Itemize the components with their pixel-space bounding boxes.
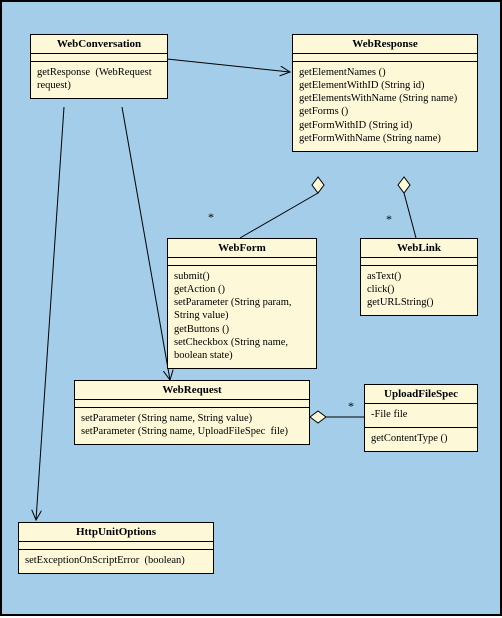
class-attr-section bbox=[168, 258, 316, 266]
class-title: UploadFileSpec bbox=[365, 385, 477, 404]
class-attr-section bbox=[293, 54, 477, 62]
attr: -File file bbox=[371, 408, 471, 421]
edge-conv-to-request bbox=[122, 107, 170, 380]
op: getButtons () bbox=[174, 323, 310, 336]
class-op-section: getElementNames () getElementWithID (Str… bbox=[293, 62, 477, 151]
class-title: WebRequest bbox=[75, 381, 309, 400]
class-upload-file-spec: UploadFileSpec -File file getContentType… bbox=[364, 384, 478, 452]
op: click() bbox=[367, 283, 471, 296]
class-web-response: WebResponse getElementNames () getElemen… bbox=[292, 34, 478, 152]
edge-conv-to-options bbox=[36, 107, 64, 520]
op: setCheckbox (String name, boolean state) bbox=[174, 336, 310, 362]
op: getAction () bbox=[174, 283, 310, 296]
op: getFormWithName (String name) bbox=[299, 132, 471, 145]
class-title: WebConversation bbox=[31, 35, 167, 54]
uml-canvas: * * * WebConversation getResponse (WebRe… bbox=[0, 0, 502, 616]
op: getURLString() bbox=[367, 296, 471, 309]
class-attr-section bbox=[19, 542, 213, 550]
mult-link: * bbox=[386, 212, 392, 227]
op: submit() bbox=[174, 270, 310, 283]
class-op-section: asText() click() getURLString() bbox=[361, 266, 477, 315]
class-title: WebLink bbox=[361, 239, 477, 258]
edge-response-to-form bbox=[240, 193, 318, 238]
class-title: WebResponse bbox=[293, 35, 477, 54]
op: getElementNames () bbox=[299, 66, 471, 79]
class-attr-section bbox=[31, 54, 167, 62]
op: getResponse (WebRequest request) bbox=[37, 66, 161, 92]
class-attr-section bbox=[75, 400, 309, 408]
op: setExceptionOnScriptError (boolean) bbox=[25, 554, 207, 567]
class-web-conversation: WebConversation getResponse (WebRequest … bbox=[30, 34, 168, 99]
diamond-response-form bbox=[312, 177, 324, 193]
op: getContentType () bbox=[371, 432, 471, 445]
op: getElementsWithName (String name) bbox=[299, 92, 471, 105]
edge-response-to-link bbox=[404, 193, 416, 238]
class-op-section: getResponse (WebRequest request) bbox=[31, 62, 167, 98]
class-title: HttpUnitOptions bbox=[19, 523, 213, 542]
op: setParameter (String name, UploadFileSpe… bbox=[81, 425, 303, 438]
class-web-form: WebForm submit() getAction () setParamet… bbox=[167, 238, 317, 369]
op: getElementWithID (String id) bbox=[299, 79, 471, 92]
mult-upload: * bbox=[348, 399, 354, 414]
op: setParameter (String name, String value) bbox=[81, 412, 303, 425]
class-web-link: WebLink asText() click() getURLString() bbox=[360, 238, 478, 316]
class-op-section: setExceptionOnScriptError (boolean) bbox=[19, 550, 213, 573]
op: getForms () bbox=[299, 105, 471, 118]
class-op-section: submit() getAction () setParameter (Stri… bbox=[168, 266, 316, 368]
class-op-section: setParameter (String name, String value)… bbox=[75, 408, 309, 444]
edge-conv-to-response bbox=[167, 59, 290, 72]
class-http-unit-options: HttpUnitOptions setExceptionOnScriptErro… bbox=[18, 522, 214, 574]
class-web-request: WebRequest setParameter (String name, St… bbox=[74, 380, 310, 445]
class-title: WebForm bbox=[168, 239, 316, 258]
op: getFormWithID (String id) bbox=[299, 119, 471, 132]
mult-form: * bbox=[208, 210, 214, 225]
op: setParameter (String param, String value… bbox=[174, 296, 310, 322]
class-attr-section bbox=[361, 258, 477, 266]
op: asText() bbox=[367, 270, 471, 283]
class-op-section: getContentType () bbox=[365, 428, 477, 451]
diamond-response-link bbox=[398, 177, 410, 193]
diamond-request-upload bbox=[310, 411, 326, 423]
class-attr-section: -File file bbox=[365, 404, 477, 428]
